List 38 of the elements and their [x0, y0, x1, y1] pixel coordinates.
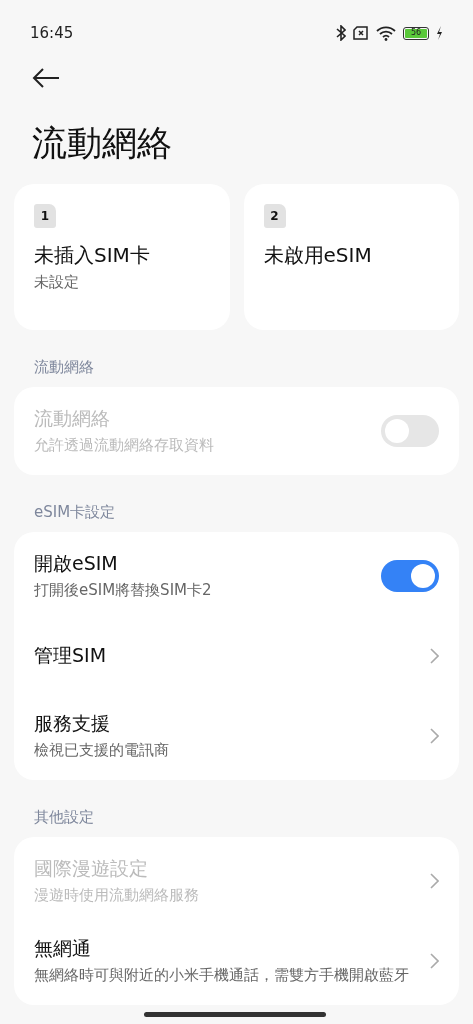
back-arrow-icon[interactable]: [32, 68, 60, 88]
bluetooth-icon: [336, 25, 346, 41]
section-header: eSIM卡設定: [34, 503, 117, 522]
chevron-right-icon: [430, 728, 439, 744]
settings-row[interactable]: 無網通 無網絡時可與附近的小米手機通話，需雙方手機開啟藍牙: [14, 921, 459, 1001]
sim-slot-badge: 1: [34, 204, 56, 228]
no-sim-icon: [353, 26, 369, 40]
section-header: 流動網絡: [34, 358, 95, 377]
row-subtitle: 允許透過流動網絡存取資料: [34, 434, 215, 456]
section-header: 其他設定: [34, 808, 95, 827]
toggle-switch[interactable]: [381, 560, 439, 592]
page-title: 流動網絡: [32, 122, 173, 164]
row-subtitle: 漫遊時使用流動網絡服務: [34, 884, 200, 906]
sim-slot-badge: 2: [263, 204, 286, 228]
row-title: 無網通: [34, 935, 92, 961]
sim-name: 未啟用eSIM: [263, 242, 372, 269]
row-title: 服務支援: [34, 710, 111, 736]
row-title: 流動網絡: [34, 405, 111, 431]
row-title: 管理SIM: [34, 643, 108, 668]
sim-status: 未設定: [34, 273, 79, 292]
battery-icon: 56: [403, 26, 429, 40]
status-time: 16:45: [30, 24, 74, 42]
row-subtitle: 檢視已支援的電訊商: [34, 739, 170, 761]
settings-row[interactable]: 管理SIM: [14, 616, 459, 696]
row-subtitle: 打開後eSIM將替換SIM卡2: [34, 579, 213, 601]
charging-icon: [436, 26, 443, 40]
row-title: 國際漫遊設定: [34, 855, 149, 881]
chevron-right-icon: [430, 648, 439, 664]
settings-row[interactable]: 服務支援 檢視已支援的電訊商: [14, 696, 459, 776]
settings-row[interactable]: 開啟eSIM 打開後eSIM將替換SIM卡2: [14, 536, 459, 616]
wifi-icon: [376, 25, 396, 41]
chevron-right-icon: [430, 953, 439, 969]
chevron-right-icon: [430, 873, 439, 889]
row-subtitle: 無網絡時可與附近的小米手機通話，需雙方手機開啟藍牙: [34, 964, 410, 986]
row-title: 開啟eSIM: [34, 550, 119, 576]
sim-card[interactable]: 2 未啟用eSIM: [243, 184, 459, 330]
sim-name: 未插入SIM卡: [34, 242, 150, 269]
sim-card[interactable]: 1 未插入SIM卡 未設定: [14, 184, 230, 330]
